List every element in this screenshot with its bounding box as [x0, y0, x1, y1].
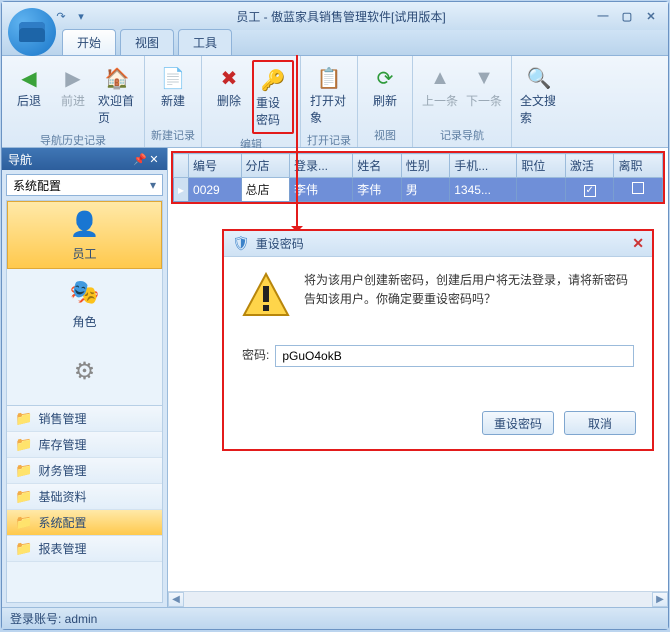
- forward-button: ▶前进: [52, 60, 94, 130]
- dialog-ok-button[interactable]: 重设密码: [482, 411, 554, 435]
- password-label: 密码:: [242, 346, 269, 365]
- nav-item-report[interactable]: 📁报表管理: [7, 536, 162, 562]
- warning-icon: [242, 271, 290, 319]
- group-open-label: 打开记录: [307, 130, 351, 150]
- reset-password-dialog: 🛡 重设密码 ✕ 将为该用户创建新密码，创建后用户将无法登录，请将新密码告知该用…: [222, 229, 654, 451]
- group-history-label: 导航历史记录: [40, 130, 106, 150]
- home-icon: 🏠: [103, 64, 131, 92]
- annotation-arrow: [296, 55, 298, 237]
- nav-title: 导航: [8, 151, 32, 168]
- employee-grid[interactable]: 编号分店登录... 姓名性别手机... 职位激活离职 ▸ 0029 总店 李伟 …: [173, 153, 663, 202]
- scroll-left-icon[interactable]: ◀: [168, 592, 184, 607]
- tab-view[interactable]: 视图: [120, 29, 174, 55]
- prev-record-button: ▲上一条: [419, 60, 461, 125]
- tab-tools[interactable]: 工具: [178, 29, 232, 55]
- tab-start[interactable]: 开始: [62, 29, 116, 55]
- dialog-message: 将为该用户创建新密码，创建后用户将无法登录，请将新密码告知该用户。你确定要重设密…: [304, 271, 634, 319]
- next-record-button: ▼下一条: [463, 60, 505, 125]
- status-text: 登录账号: admin: [10, 610, 97, 627]
- nav-item-sales[interactable]: 📁销售管理: [7, 406, 162, 432]
- group-view-label: 视图: [374, 125, 396, 145]
- password-input[interactable]: [275, 345, 634, 367]
- refresh-button[interactable]: ⟳刷新: [364, 60, 406, 125]
- employee-icon: 👤: [69, 209, 101, 241]
- search-icon: 🔍: [525, 64, 553, 92]
- dropdown-icon[interactable]: ▾: [72, 7, 90, 25]
- table-row[interactable]: ▸ 0029 总店 李伟 李伟 男 1345... ✓: [174, 178, 663, 202]
- new-file-icon: 📄: [159, 64, 187, 92]
- app-logo-icon[interactable]: [8, 8, 56, 56]
- status-bar: 登录账号: admin: [2, 607, 668, 629]
- nav-close-icon[interactable]: ✕: [147, 153, 161, 166]
- nav-item-finance[interactable]: 📁财务管理: [7, 458, 162, 484]
- folder-icon: 📁: [15, 410, 32, 427]
- dialog-close-icon[interactable]: ✕: [632, 235, 644, 252]
- group-new-label: 新建记录: [151, 125, 195, 145]
- gear-icon: ⚙: [69, 355, 101, 387]
- nav-big-employee[interactable]: 👤 员工: [7, 201, 162, 269]
- redo-icon[interactable]: ↷: [52, 7, 70, 25]
- window-title: 员工 - 傲蓝家具销售管理软件[试用版本]: [90, 8, 592, 25]
- pin-icon[interactable]: 📌: [133, 153, 147, 166]
- reset-password-button[interactable]: 🔑重设密码: [252, 60, 294, 134]
- grid-header-row: 编号分店登录... 姓名性别手机... 职位激活离职: [174, 154, 663, 178]
- nav-item-base[interactable]: 📁基础资料: [7, 484, 162, 510]
- folder-icon: 📁: [15, 488, 32, 505]
- folder-icon: 📁: [15, 436, 32, 453]
- nav-big-role[interactable]: 🎭 角色: [7, 269, 162, 337]
- minimize-icon[interactable]: —: [592, 8, 614, 24]
- open-object-button[interactable]: 📋打开对象: [308, 60, 350, 130]
- home-button[interactable]: 🏠欢迎首页: [96, 60, 138, 130]
- nav-category-select[interactable]: 系统配置: [6, 174, 163, 196]
- delete-icon: ✖: [215, 64, 243, 92]
- dialog-title: 重设密码: [256, 235, 304, 252]
- quit-checkbox: [632, 182, 644, 194]
- arrow-left-icon: ◀: [15, 64, 43, 92]
- folder-icon: 📁: [15, 514, 32, 531]
- maximize-icon[interactable]: ▢: [616, 8, 638, 24]
- nav-item-stock[interactable]: 📁库存管理: [7, 432, 162, 458]
- dialog-cancel-button[interactable]: 取消: [564, 411, 636, 435]
- titlebar: ⟳ ↶ ↷ ▾ 员工 - 傲蓝家具销售管理软件[试用版本] — ▢ ✕: [2, 2, 668, 30]
- nav-panel: 导航 📌 ✕ 系统配置 👤 员工 🎭 角色 ⚙ 📁销售管: [2, 148, 168, 607]
- key-icon: 🔑: [259, 66, 287, 94]
- group-recnav-label: 记录导航: [440, 125, 484, 145]
- close-icon[interactable]: ✕: [640, 8, 662, 24]
- back-button[interactable]: ◀后退: [8, 60, 50, 130]
- ribbon-tabs: 开始 视图 工具: [2, 30, 668, 56]
- horizontal-scrollbar[interactable]: ◀ ▶: [168, 591, 668, 607]
- ribbon: ◀后退 ▶前进 🏠欢迎首页 导航历史记录 📄新建 新建记录 ✖删除 🔑重设密码 …: [2, 56, 668, 148]
- new-button[interactable]: 📄新建: [152, 60, 194, 125]
- arrow-right-icon: ▶: [59, 64, 87, 92]
- refresh-icon: ⟳: [371, 64, 399, 92]
- folder-icon: 📁: [15, 462, 32, 479]
- delete-button[interactable]: ✖删除: [208, 60, 250, 134]
- active-checkbox: ✓: [584, 185, 596, 197]
- nav-big-settings[interactable]: ⚙: [7, 337, 162, 405]
- scroll-right-icon[interactable]: ▶: [652, 592, 668, 607]
- folder-icon: 📁: [15, 540, 32, 557]
- role-icon: 🎭: [69, 277, 101, 309]
- arrow-down-icon: ▼: [470, 64, 498, 92]
- open-icon: 📋: [315, 64, 343, 92]
- search-button[interactable]: 🔍全文搜索: [518, 60, 560, 130]
- arrow-up-icon: ▲: [426, 64, 454, 92]
- nav-item-system[interactable]: 📁系统配置: [7, 510, 162, 536]
- dialog-icon: 🛡: [232, 235, 250, 252]
